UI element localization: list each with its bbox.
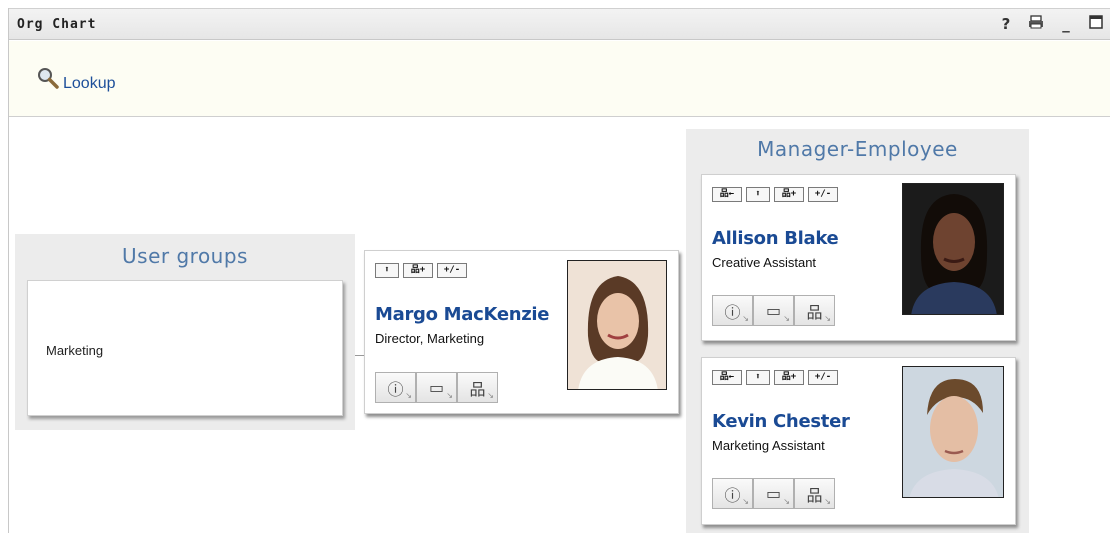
portlet-titlebar: Org Chart ? _ xyxy=(9,8,1110,40)
person-job-title: Director, Marketing xyxy=(375,331,485,346)
user-groups-title: User groups xyxy=(122,244,248,268)
portlet-title: Org Chart xyxy=(17,17,97,32)
person-card-kevin: 品← ⬆ 品+ +/- Kevin Chester Marketing Assi… xyxy=(701,357,1016,525)
email-button[interactable]: ▭ ↘ xyxy=(753,478,794,509)
org-chart-portlet: Org Chart ? _ Lookup User groups Marketi… xyxy=(8,8,1110,533)
info-button[interactable]: ⓘ ↘ xyxy=(712,295,753,326)
minimize-icon[interactable]: _ xyxy=(1057,15,1075,33)
person-name[interactable]: Margo MacKenzie xyxy=(375,304,550,325)
person-job-title: Creative Assistant xyxy=(712,255,817,270)
maximize-icon[interactable] xyxy=(1087,15,1105,33)
dropdown-arrow-icon: ↘ xyxy=(742,497,749,506)
org-chart-button[interactable]: 品 ↘ xyxy=(794,478,835,509)
dropdown-arrow-icon: ↘ xyxy=(446,391,453,400)
card-toolbar: ⬆ 品+ +/- xyxy=(375,263,467,278)
expand-reports-button[interactable]: 品+ xyxy=(774,187,804,202)
info-icon: ⓘ xyxy=(724,485,741,505)
titlebar-controls: ? _ xyxy=(997,15,1105,33)
toggle-button[interactable]: +/- xyxy=(808,370,838,385)
email-icon: ▭ xyxy=(765,484,782,503)
card-actions: ⓘ ↘ ▭ ↘ 品 ↘ xyxy=(712,295,835,326)
org-chart-button[interactable]: 品 ↘ xyxy=(457,372,498,403)
magnifier-icon xyxy=(37,67,59,93)
person-job-title: Marketing Assistant xyxy=(712,438,825,453)
expand-reports-button[interactable]: 品+ xyxy=(403,263,433,278)
move-up-button[interactable]: ⬆ xyxy=(375,263,399,278)
manager-employee-panel: Manager-Employee 品← ⬆ 品+ +/- Allison Bla… xyxy=(686,129,1029,533)
org-chart-icon: 品 xyxy=(806,485,823,505)
manager-employee-title: Manager-Employee xyxy=(757,137,958,161)
lookup-label: Lookup xyxy=(63,75,116,92)
user-groups-panel: User groups Marketing xyxy=(15,234,355,430)
info-button[interactable]: ⓘ ↘ xyxy=(712,478,753,509)
card-actions: ⓘ ↘ ▭ ↘ 品 ↘ xyxy=(712,478,835,509)
person-card-allison: 品← ⬆ 品+ +/- Allison Blake Creative Assis… xyxy=(701,174,1016,341)
person-card-focus: ⬆ 品+ +/- Margo MacKenzie Director, Marke… xyxy=(364,250,679,414)
help-icon[interactable]: ? xyxy=(997,15,1015,33)
move-up-button[interactable]: ⬆ xyxy=(746,187,770,202)
person-name[interactable]: Kevin Chester xyxy=(712,411,850,432)
set-root-button[interactable]: 品← xyxy=(712,187,742,202)
dropdown-arrow-icon: ↘ xyxy=(824,497,831,506)
info-button[interactable]: ⓘ ↘ xyxy=(375,372,416,403)
org-chart-button[interactable]: 品 ↘ xyxy=(794,295,835,326)
info-icon: ⓘ xyxy=(724,302,741,322)
email-button[interactable]: ▭ ↘ xyxy=(416,372,457,403)
dropdown-arrow-icon: ↘ xyxy=(783,314,790,323)
user-groups-card: Marketing xyxy=(27,280,343,416)
group-item-marketing[interactable]: Marketing xyxy=(46,343,103,358)
card-actions: ⓘ ↘ ▭ ↘ 品 ↘ xyxy=(375,372,498,403)
card-toolbar: 品← ⬆ 品+ +/- xyxy=(712,370,838,385)
toggle-button[interactable]: +/- xyxy=(437,263,467,278)
org-chart-icon: 品 xyxy=(806,302,823,322)
toggle-button[interactable]: +/- xyxy=(808,187,838,202)
email-icon: ▭ xyxy=(765,301,782,320)
org-chart-canvas: User groups Marketing ⬆ 品+ +/- Margo Mac… xyxy=(9,118,1110,533)
person-name[interactable]: Allison Blake xyxy=(712,228,839,249)
expand-reports-button[interactable]: 品+ xyxy=(774,370,804,385)
card-toolbar: 品← ⬆ 品+ +/- xyxy=(712,187,838,202)
dropdown-arrow-icon: ↘ xyxy=(824,314,831,323)
org-chart-icon: 品 xyxy=(469,379,486,399)
dropdown-arrow-icon: ↘ xyxy=(742,314,749,323)
email-button[interactable]: ▭ ↘ xyxy=(753,295,794,326)
person-photo xyxy=(902,183,1004,315)
lookup-link[interactable]: Lookup xyxy=(37,67,116,93)
dropdown-arrow-icon: ↘ xyxy=(783,497,790,506)
dropdown-arrow-icon: ↘ xyxy=(487,391,494,400)
lookup-toolbar: Lookup xyxy=(9,41,1110,117)
person-photo xyxy=(567,260,667,390)
print-icon[interactable] xyxy=(1027,15,1045,33)
dropdown-arrow-icon: ↘ xyxy=(405,391,412,400)
email-icon: ▭ xyxy=(428,378,445,397)
person-photo xyxy=(902,366,1004,498)
set-root-button[interactable]: 品← xyxy=(712,370,742,385)
info-icon: ⓘ xyxy=(387,379,404,399)
move-up-button[interactable]: ⬆ xyxy=(746,370,770,385)
